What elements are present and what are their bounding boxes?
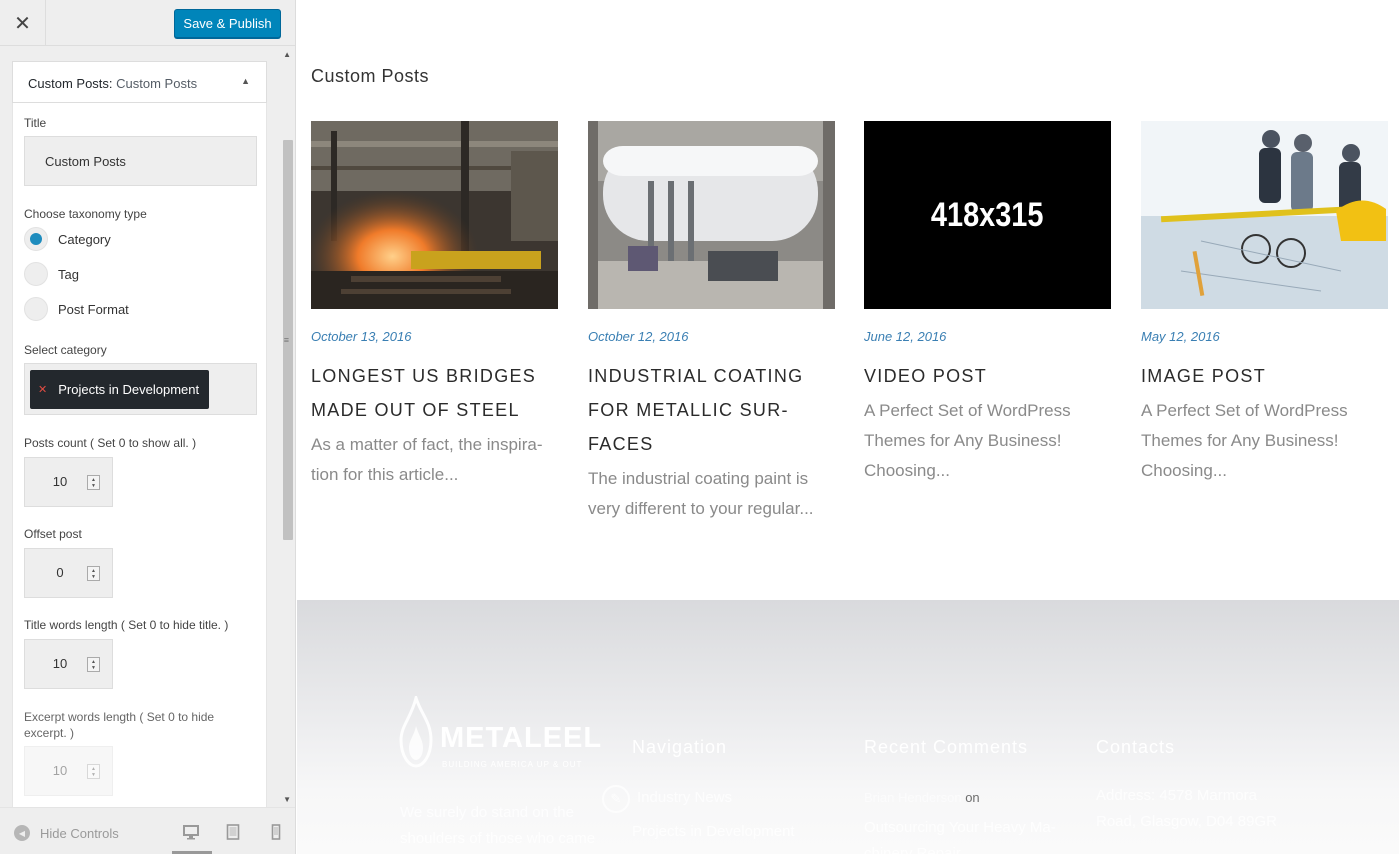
- site-preview: Custom Posts October 13, 2016 LONGEST US…: [297, 0, 1399, 854]
- title-words-label: Title words length ( Set 0 to hide title…: [24, 618, 229, 632]
- customizer-panel: ✕ Save & Publish Custom Posts: Custom Po…: [0, 0, 296, 854]
- footer-comments-title: Recent Comments: [864, 737, 1029, 757]
- posts-count-label: Posts count ( Set 0 to show all. ): [24, 436, 197, 450]
- edit-pencil-icon[interactable]: ✎: [602, 785, 630, 813]
- category-chip[interactable]: ✕ Projects in Development: [30, 370, 210, 409]
- tablet-preview-icon[interactable]: [225, 824, 241, 840]
- placeholder-size-text: 418x315: [931, 195, 1044, 234]
- comment-on: on: [965, 790, 980, 805]
- post-card[interactable]: May 12, 2016 IMAGE POST A Perfect Set of…: [1141, 121, 1388, 486]
- customizer-topbar: ✕ Save & Publish: [0, 0, 295, 46]
- footer-about-text: We surely do stand on the shoulders of t…: [400, 804, 596, 847]
- controls-scroll-area[interactable]: Custom Posts: Custom Posts ▲ Title Custo…: [0, 47, 295, 807]
- excerpt-words-label: Excerpt words length ( Set 0 to hide exc…: [24, 710, 215, 740]
- footer-comment-meta: Brian Henderson on: [864, 785, 980, 811]
- offset-value: 0: [56, 565, 64, 580]
- post-title[interactable]: LONGEST US BRIDGES MADE OUT OF STEEL: [311, 359, 558, 427]
- site-footer: METALEEL BUILDING AMERICA UP & OUT We su…: [297, 600, 1399, 854]
- post-title[interactable]: IMAGE POST: [1141, 359, 1388, 393]
- post-date: June 12, 2016: [864, 329, 947, 344]
- spinner-icon[interactable]: ▲ ▼: [87, 566, 100, 581]
- radio-button-selected[interactable]: [24, 227, 48, 251]
- excerpt-words-input[interactable]: 10 ▲ ▼: [24, 746, 113, 796]
- footer-contacts-title: Contacts: [1096, 737, 1176, 757]
- excerpt-words-value: 10: [52, 763, 68, 778]
- post-thumbnail[interactable]: [1141, 121, 1388, 309]
- post-excerpt: A Perfect Set of WordPress Themes for An…: [1141, 401, 1348, 480]
- widget-header[interactable]: Custom Posts: Custom Posts ▲: [12, 61, 267, 103]
- save-publish-button[interactable]: Save & Publish: [174, 9, 281, 38]
- footer-comment-post[interactable]: Outsourcing Your Heavy Ma-chinery Repair: [864, 815, 1069, 854]
- post-date: October 12, 2016: [588, 329, 689, 344]
- footer-nav-title: Navigation: [632, 737, 728, 757]
- scroll-up-icon[interactable]: ▲: [283, 50, 291, 59]
- flame-logo-icon: [399, 696, 433, 768]
- widget-header-name: Custom Posts: [116, 76, 198, 91]
- post-date: October 13, 2016: [311, 329, 412, 344]
- title-input[interactable]: Custom Posts: [24, 136, 257, 186]
- title-label: Title: [24, 116, 47, 130]
- comment-author[interactable]: Brian Henderson: [864, 790, 962, 805]
- post-thumbnail[interactable]: [588, 121, 835, 309]
- posts-count-input[interactable]: 10 ▲ ▼: [24, 457, 113, 507]
- post-excerpt: As a matter of fact, the inspira-tion fo…: [311, 435, 543, 484]
- collapse-icon: ◀: [14, 825, 30, 841]
- category-select[interactable]: ✕ Projects in Development: [24, 363, 257, 415]
- radio-post-format[interactable]: Post Format: [24, 297, 129, 321]
- hide-controls-button[interactable]: ◀ Hide Controls: [14, 825, 119, 841]
- taxonomy-label: Choose taxonomy type: [24, 207, 147, 221]
- offset-label: Offset post: [24, 527, 82, 541]
- footer-nav-item[interactable]: Projects in Development: [632, 819, 795, 845]
- post-title[interactable]: VIDEO POST: [864, 359, 1111, 393]
- post-thumbnail[interactable]: [311, 121, 558, 309]
- collapse-arrow-icon[interactable]: ▲: [241, 76, 250, 86]
- scroll-down-icon[interactable]: ▼: [283, 795, 291, 804]
- remove-icon[interactable]: ✕: [38, 383, 47, 396]
- category-chip-label: Projects in Development: [58, 382, 200, 397]
- title-words-input[interactable]: 10 ▲ ▼: [24, 639, 113, 689]
- desktop-preview-icon[interactable]: [183, 824, 199, 840]
- radio-category[interactable]: Category: [24, 227, 111, 251]
- widget-form: Title Custom Posts Choose taxonomy type …: [12, 103, 267, 807]
- footer-contacts-address: Address: 4578 Marmora Road, Glasgow, D04…: [1096, 787, 1277, 830]
- hide-controls-label: Hide Controls: [40, 825, 119, 841]
- post-card[interactable]: 418x315 June 12, 2016 VIDEO POST A Perfe…: [864, 121, 1111, 486]
- posts-count-value: 10: [52, 474, 68, 489]
- title-words-value: 10: [52, 656, 68, 671]
- post-card[interactable]: October 12, 2016 INDUSTRIAL COATING FOR …: [588, 121, 835, 524]
- radio-tag[interactable]: Tag: [24, 262, 79, 286]
- mobile-preview-icon[interactable]: [268, 824, 284, 840]
- radio-label-post-format: Post Format: [58, 301, 129, 317]
- spinner-icon[interactable]: ▲ ▼: [87, 657, 100, 672]
- post-excerpt: A Perfect Set of WordPress Themes for An…: [864, 401, 1071, 480]
- category-label: Select category: [24, 343, 107, 357]
- customizer-footer: ◀ Hide Controls: [0, 807, 295, 854]
- radio-label-tag: Tag: [58, 266, 79, 282]
- grip-icon: ≡: [283, 335, 289, 345]
- post-card[interactable]: October 13, 2016 LONGEST US BRIDGES MADE…: [311, 121, 558, 490]
- widget-header-prefix: Custom Posts:: [28, 76, 113, 91]
- close-icon[interactable]: ✕: [0, 0, 46, 46]
- radio-label-category: Category: [58, 231, 111, 247]
- radio-button[interactable]: [24, 262, 48, 286]
- customizer-root: ✕ Save & Publish Custom Posts: Custom Po…: [0, 0, 1399, 854]
- post-excerpt: The industrial coating paint is very dif…: [588, 469, 814, 518]
- post-date: May 12, 2016: [1141, 329, 1220, 344]
- block-title: Custom Posts: [311, 66, 430, 86]
- radio-button[interactable]: [24, 297, 48, 321]
- spinner-icon[interactable]: ▲ ▼: [87, 475, 100, 490]
- post-thumbnail-placeholder[interactable]: 418x315: [864, 121, 1111, 309]
- spinner-icon[interactable]: ▲ ▼: [87, 764, 100, 779]
- footer-nav-item[interactable]: Industry News: [637, 785, 732, 811]
- offset-input[interactable]: 0 ▲ ▼: [24, 548, 113, 598]
- footer-logo-text[interactable]: METALEEL: [440, 722, 602, 755]
- footer-logo-tagline: BUILDING AMERICA UP & OUT: [442, 760, 583, 769]
- widget-header-title: Custom Posts: Custom Posts: [28, 76, 197, 91]
- post-title[interactable]: INDUSTRIAL COATING FOR METALLIC SUR-FACE…: [588, 359, 835, 461]
